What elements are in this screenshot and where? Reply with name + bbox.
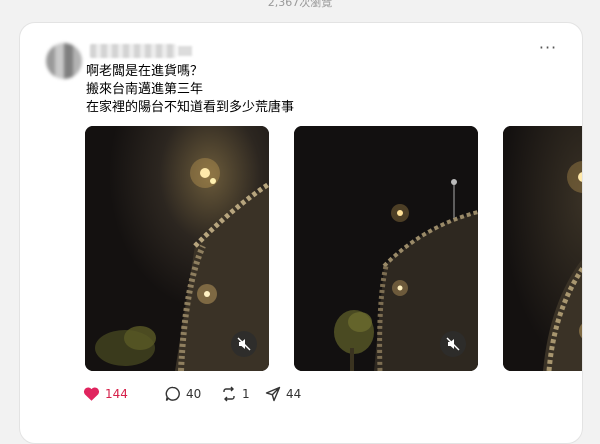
avatar[interactable] <box>46 43 82 79</box>
video-thumbnail-3[interactable] <box>503 126 582 371</box>
username-blurred[interactable] <box>90 44 176 58</box>
username-suffix-blurred <box>178 46 192 56</box>
comment-icon <box>165 386 180 401</box>
post-line: 啊老闆是在進貨嗎？ <box>86 64 204 79</box>
view-count: 2,367次瀏覽 <box>267 0 333 9</box>
share-count: 44 <box>286 387 302 401</box>
post-text: 啊老闆是在進貨嗎？ 搬來台南邁進第三年 在家裡的陽台不知道看到多少荒唐事 <box>86 63 294 117</box>
post-card: ··· 啊老闆是在進貨嗎？ 搬來台南邁進第三年 在家裡的陽台不知道看到多少荒唐事 <box>19 22 583 444</box>
comment-count: 40 <box>186 387 202 401</box>
night-scene-image <box>503 126 582 371</box>
mute-button[interactable] <box>231 331 257 357</box>
post-line: 在家裡的陽台不知道看到多少荒唐事 <box>86 100 295 115</box>
more-button[interactable]: ··· <box>537 37 559 59</box>
heart-icon <box>83 387 100 401</box>
like-button[interactable]: 144 <box>83 383 128 405</box>
more-icon: ··· <box>538 38 558 57</box>
comment-button[interactable]: 40 <box>165 383 201 405</box>
repost-icon <box>223 386 235 402</box>
mute-button[interactable] <box>440 331 466 357</box>
post-line: 搬來台南邁進第三年 <box>86 82 204 97</box>
video-thumbnail-1[interactable] <box>85 126 269 371</box>
share-button[interactable]: 44 <box>265 383 301 405</box>
like-count: 144 <box>105 387 128 401</box>
mute-icon <box>446 337 460 351</box>
video-thumbnail-2[interactable] <box>294 126 478 371</box>
media-carousel[interactable] <box>85 126 582 371</box>
repost-count: 1 <box>242 387 250 401</box>
share-icon <box>265 386 281 402</box>
mute-icon <box>237 337 251 351</box>
repost-button[interactable]: 1 <box>221 383 250 405</box>
